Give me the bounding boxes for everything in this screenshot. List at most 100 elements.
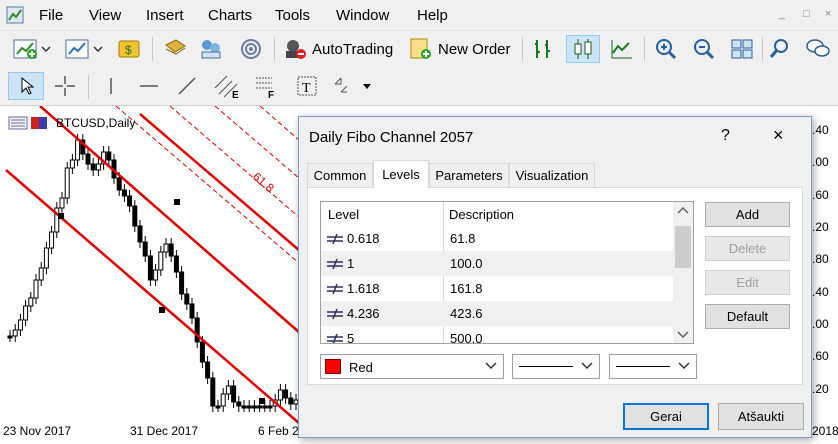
tab-common[interactable]: Common [307,163,373,187]
anchor-point[interactable] [174,199,180,205]
tab-visualization[interactable]: Visualization [509,163,595,187]
menu-tools[interactable]: Tools [275,7,310,24]
candle-body [251,405,257,409]
close-window-button[interactable]: × [825,8,831,20]
zoom-in-icon[interactable] [650,35,682,63]
menu-window[interactable]: Window [336,7,389,24]
scroll-thumb[interactable] [675,226,691,268]
arrows-tool-dropdown[interactable] [330,72,374,100]
cancel-button[interactable]: Atšaukti [718,403,804,430]
tab-parameters[interactable]: Parameters [429,163,509,187]
autotrading-button[interactable]: AutoTrading [282,35,400,63]
default-button[interactable]: Default [705,304,790,329]
data-window-icon[interactable] [160,35,190,63]
level-color-select[interactable]: Red [320,354,504,379]
minimize-button[interactable]: _ [779,8,785,20]
menu-view[interactable]: View [89,7,121,24]
close-icon[interactable]: × [773,125,784,146]
candlestick-chart-button[interactable] [566,35,600,63]
candle-body [64,167,70,199]
line-width-select[interactable] [609,354,697,379]
candle-body [205,361,211,379]
new-chart-button[interactable] [10,35,54,63]
chart-symbol-label: BTCUSD,Daily [56,116,136,130]
bar-chart-button[interactable] [528,35,560,63]
price-label: .40 [812,123,829,137]
column-header-description: Description [449,207,515,222]
candle-body [231,385,237,403]
candle-body [38,267,44,281]
level-value: 0.618 [347,231,380,246]
candle-body [23,305,29,321]
menu-insert[interactable]: Insert [146,7,184,24]
list-item[interactable]: 4.236 423.6 [321,301,673,326]
menu-file[interactable]: File [39,7,63,24]
chart-window-icon [8,116,47,130]
levels-panel: Level Description 0.618 61.8 1 100.0 1.618 16… [307,187,803,385]
candle-body [43,247,49,269]
price-label: .80 [812,252,829,266]
signals-icon[interactable] [236,35,266,63]
chevron-down-icon [678,362,690,370]
search-icon[interactable] [766,35,794,63]
candle-body [215,405,221,409]
horizontal-line-tool-icon[interactable] [134,72,164,100]
restore-button[interactable]: □ [803,8,810,20]
fibo-level-line [259,106,301,142]
ok-button[interactable]: Gerai [623,403,709,430]
candle-body [49,231,55,249]
profiles-button[interactable] [62,35,106,63]
text-label-tool-icon[interactable]: T [292,72,322,100]
edit-button[interactable]: Edit [705,270,790,295]
add-button[interactable]: Add [705,202,790,227]
autotrading-label: AutoTrading [312,40,394,58]
list-item[interactable]: 5 500.0 [321,326,673,343]
crosshair-tool-icon[interactable] [48,72,82,100]
scroll-down-icon[interactable] [673,325,693,343]
cursor-tool-icon[interactable] [8,72,44,100]
fibo-retracement-tool-icon[interactable]: F [250,72,284,100]
list-item[interactable]: 1.618 161.8 [321,276,673,301]
scroll-up-icon[interactable] [673,202,693,220]
candle-body [147,255,153,281]
navigator-icon[interactable] [196,35,226,63]
line-style-select[interactable] [512,354,600,379]
tab-levels[interactable]: Levels [373,160,429,188]
delete-button[interactable]: Delete [705,236,790,261]
candle-body [288,397,294,405]
vertical-line-tool-icon[interactable] [96,72,126,100]
standard-toolbar: $ AutoTrading New Order [0,30,838,68]
levels-list[interactable]: Level Description 0.618 61.8 1 100.0 1.618 16… [320,201,694,344]
menu-charts[interactable]: Charts [208,7,252,24]
candle-body [184,293,190,305]
market-watch-icon[interactable]: $ [114,35,144,63]
anchor-point[interactable] [259,398,265,404]
candle-body [28,297,34,307]
level-value: 4.236 [347,306,380,321]
list-item[interactable]: 0.618 61.8 [321,226,673,251]
candle-body [132,205,138,227]
app-icon[interactable] [6,6,24,24]
list-item[interactable]: 1 100.0 [321,251,673,276]
fibo-channel-line[interactable] [5,169,301,425]
line-chart-button[interactable] [606,35,638,63]
candle-body [262,405,268,409]
tile-windows-icon[interactable] [726,35,758,63]
anchor-point[interactable] [159,307,165,313]
equidistant-channel-tool-icon[interactable]: E [210,72,244,100]
new-order-button[interactable]: New Order [408,35,516,63]
anchor-point[interactable] [58,213,64,219]
help-button[interactable]: ? [721,127,730,145]
trendline-tool-icon[interactable] [172,72,202,100]
candle-body [241,405,247,409]
chat-icon[interactable] [802,35,834,63]
zoom-out-icon[interactable] [688,35,720,63]
candle-body [236,401,242,407]
menu-help[interactable]: Help [417,7,448,24]
price-label: .00 [812,155,829,169]
candle-body [116,177,122,191]
autotrading-icon [286,40,306,59]
level-description: 423.6 [450,306,483,321]
candle-body [220,393,226,407]
list-scrollbar[interactable] [673,202,693,343]
